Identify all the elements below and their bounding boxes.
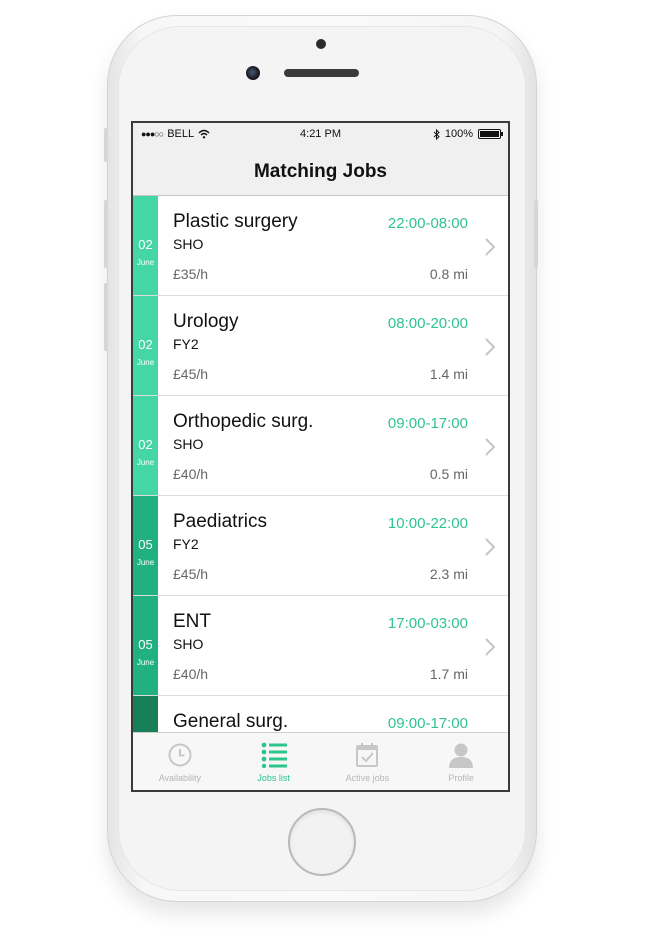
tab-active-jobs[interactable]: Active jobs <box>321 733 415 790</box>
job-time: 09:00-17:00 <box>387 715 468 732</box>
person-icon <box>449 743 474 768</box>
date-strip: 02 June <box>133 196 158 295</box>
job-list-item[interactable]: 05 June Paediatrics 10:00-22:00 FY2 £45/… <box>133 496 508 596</box>
job-list-item[interactable]: General surg. 09:00-17:00 <box>133 696 508 732</box>
job-distance: 1.4 mi <box>429 366 468 382</box>
job-list-item[interactable]: 02 June Plastic surgery 22:00-08:00 SHO … <box>133 196 508 296</box>
date-day: 05 <box>138 637 153 652</box>
clock-icon <box>168 743 192 767</box>
date-strip: 02 June <box>133 396 158 495</box>
job-time: 09:00-17:00 <box>387 415 468 432</box>
chevron-right-icon <box>485 538 495 556</box>
battery-icon <box>478 129 503 139</box>
chevron-right-icon <box>485 338 495 356</box>
tab-jobs-list[interactable]: Jobs list <box>227 733 321 790</box>
job-list-item[interactable]: 02 June Orthopedic surg. 09:00-17:00 SHO… <box>133 396 508 496</box>
volume-up-button <box>104 200 108 268</box>
job-rate: £35/h <box>173 266 209 282</box>
job-rate: £40/h <box>173 666 209 682</box>
power-button <box>534 200 538 268</box>
date-month: June <box>136 358 155 367</box>
job-time: 22:00-08:00 <box>387 215 468 232</box>
chevron-right-icon <box>485 438 495 456</box>
job-title: Plastic surgery <box>173 211 298 232</box>
date-strip: 02 June <box>133 296 158 395</box>
job-grade: SHO <box>173 436 204 452</box>
date-strip <box>133 696 158 732</box>
job-rate: £40/h <box>173 466 209 482</box>
date-day: 02 <box>138 437 153 452</box>
job-list-item[interactable]: 05 June ENT 17:00-03:00 SHO £40/h 1.7 mi <box>133 596 508 696</box>
job-list-item[interactable]: 02 June Urology 08:00-20:00 FY2 £45/h 1.… <box>133 296 508 396</box>
job-distance: 2.3 mi <box>429 566 468 582</box>
job-title: Paediatrics <box>173 511 267 532</box>
chevron-right-icon <box>485 638 495 656</box>
job-grade: FY2 <box>173 536 199 552</box>
job-rate: £45/h <box>173 366 209 382</box>
volume-down-button <box>104 283 108 351</box>
job-grade: SHO <box>173 236 204 252</box>
page-title: Matching Jobs <box>253 161 387 182</box>
job-distance: 0.8 mi <box>429 266 468 282</box>
bluetooth-icon <box>433 128 440 140</box>
job-time: 17:00-03:00 <box>387 615 468 632</box>
date-day: 02 <box>138 337 153 352</box>
calendar-check-icon <box>356 743 379 767</box>
earpiece-speaker <box>284 69 359 77</box>
battery-percentage: 100% <box>444 128 473 140</box>
tab-label: Availability <box>158 773 202 783</box>
tab-bar: Availability Jobs list Active jobs Profi… <box>133 732 508 790</box>
date-month: June <box>136 258 155 267</box>
date-month: June <box>136 658 155 667</box>
job-distance: 0.5 mi <box>429 466 468 482</box>
proximity-sensor <box>316 39 326 49</box>
date-strip: 05 June <box>133 496 158 595</box>
tab-availability[interactable]: Availability <box>133 733 227 790</box>
front-camera <box>246 66 260 80</box>
chevron-right-icon <box>485 238 495 256</box>
date-day: 02 <box>138 237 153 252</box>
tab-label: Active jobs <box>345 773 390 783</box>
job-distance: 1.7 mi <box>429 666 468 682</box>
job-title: Orthopedic surg. <box>173 411 314 432</box>
mute-switch <box>104 128 108 162</box>
job-list[interactable]: 02 June Plastic surgery 22:00-08:00 SHO … <box>133 196 508 732</box>
navigation-bar: Matching Jobs <box>133 145 508 196</box>
job-time: 08:00-20:00 <box>387 315 468 332</box>
job-grade: SHO <box>173 636 204 652</box>
home-button[interactable] <box>288 808 356 876</box>
job-grade: FY2 <box>173 336 199 352</box>
list-icon <box>261 742 287 768</box>
date-month: June <box>136 558 155 567</box>
job-title: Urology <box>173 311 239 332</box>
tab-profile[interactable]: Profile <box>414 733 508 790</box>
tab-label: Profile <box>448 773 474 783</box>
date-day: 05 <box>138 537 153 552</box>
job-title: ENT <box>173 611 211 632</box>
job-rate: £45/h <box>173 566 209 582</box>
phone-screen: ●●●○○ BELL 4:21 PM 100% Matching Jobs 02… <box>131 121 510 792</box>
job-title: General surg. <box>173 711 289 732</box>
date-month: June <box>136 458 155 467</box>
job-time: 10:00-22:00 <box>387 515 468 532</box>
tab-label: Jobs list <box>257 773 290 783</box>
status-bar: ●●●○○ BELL 4:21 PM 100% <box>133 123 508 145</box>
date-strip: 05 June <box>133 596 158 695</box>
